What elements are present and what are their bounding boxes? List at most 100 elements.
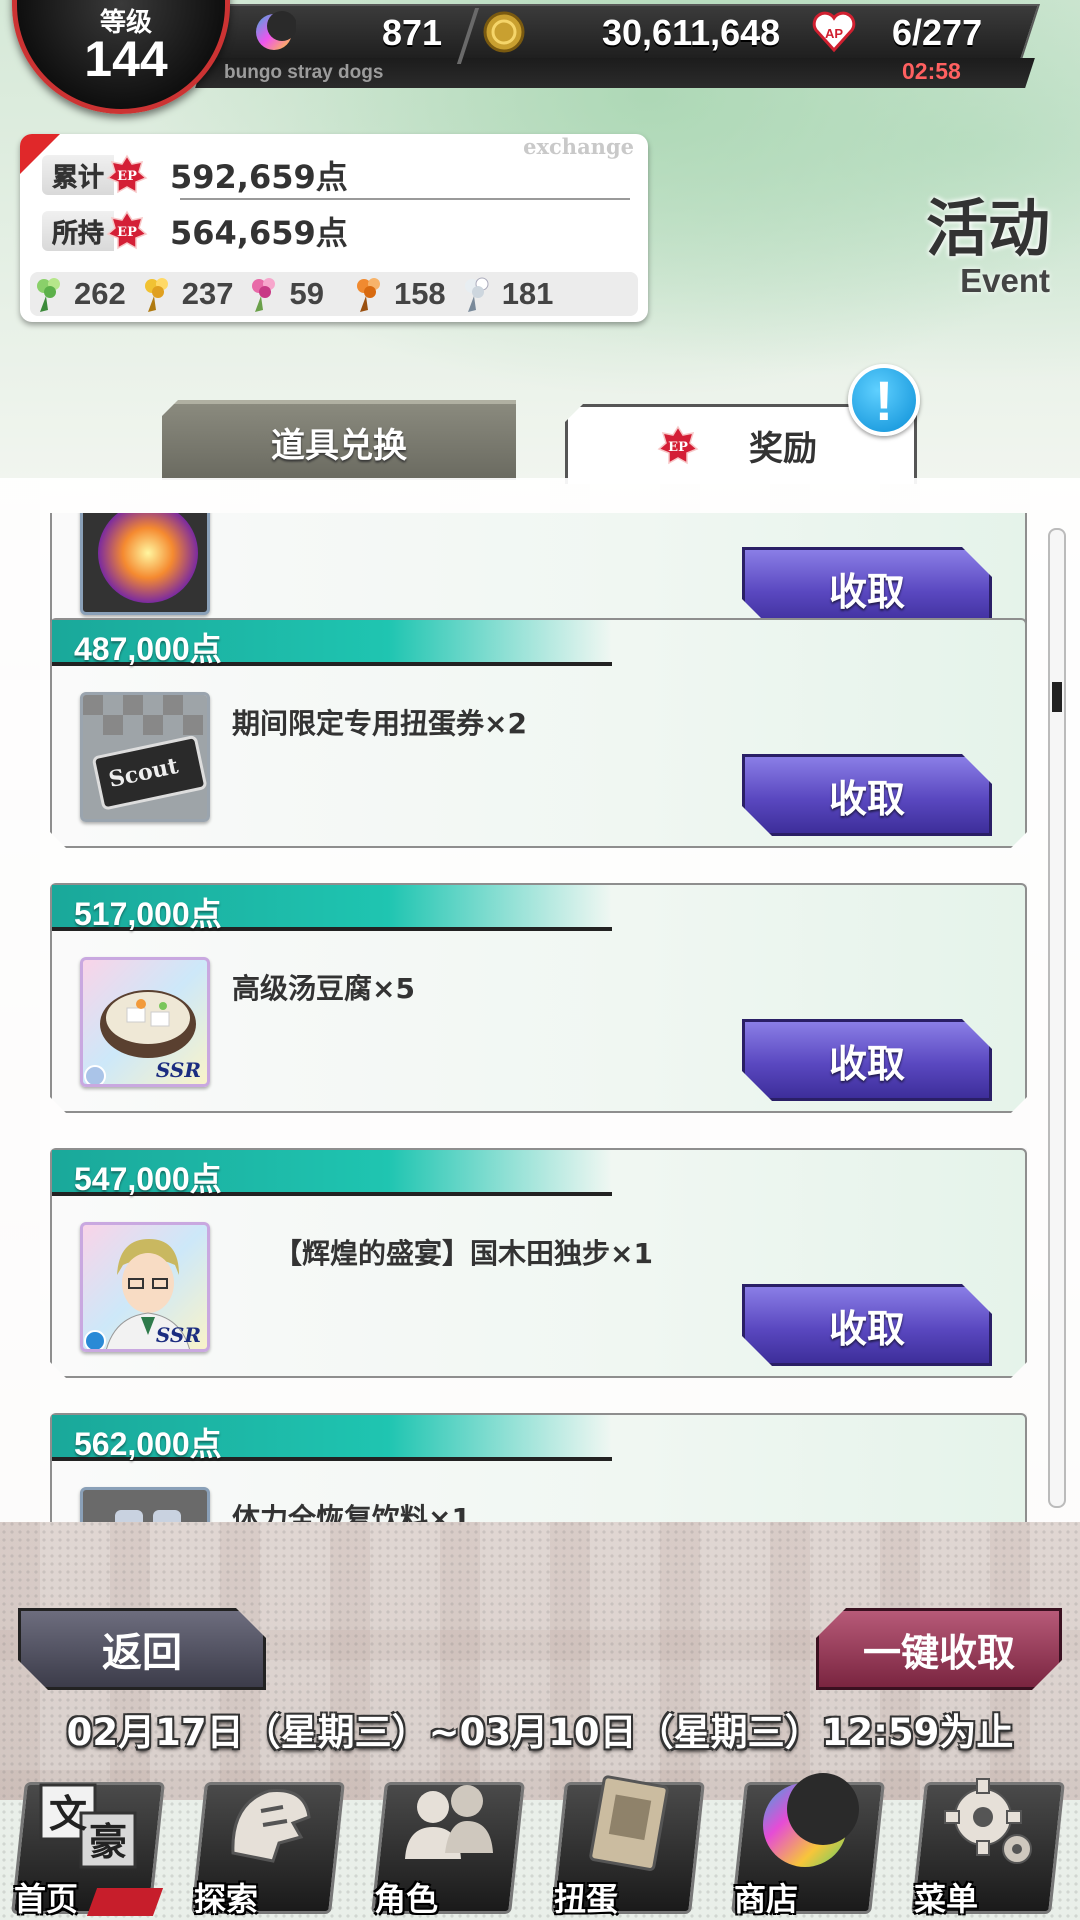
ap-value: 6/277 (892, 12, 983, 53)
reward-card: 487,000点 Scout 期间限定专用扭蛋券×2 收取 (50, 618, 1027, 848)
event-period: 02月17日（星期三）~03月10日（星期三）12:59为止 (66, 1711, 1014, 1754)
reward-card: 517,000点 SSR 高级汤豆腐×5 收取 (50, 883, 1027, 1113)
coin-icon (483, 11, 525, 53)
claim-button[interactable]: 收取 (742, 1019, 992, 1101)
reward-card: 562,000点 体力全恢复饮料×1 (50, 1413, 1027, 1522)
yellow-bouquet-icon (144, 278, 168, 312)
reward-threshold-header: 562,000点 (52, 1415, 612, 1461)
svg-text:AP: AP (825, 26, 843, 41)
reward-name: 高级汤豆腐×5 (232, 972, 415, 1005)
nav-explore[interactable]: 探索 (180, 1768, 345, 1920)
tab-exchange-label: 道具兑换 (271, 425, 407, 466)
item-count-value: 237 (181, 276, 234, 311)
notice-badge[interactable]: ! (848, 364, 920, 436)
moon-currency[interactable] (252, 10, 296, 54)
reward-thumbnail: SSR (80, 957, 210, 1087)
claim-button-label: 收取 (828, 1306, 905, 1351)
ap-heart-icon: AP (812, 11, 856, 53)
svg-text:EP: EP (117, 225, 137, 240)
total-points-row: 累计 EP 592,659点 (42, 152, 348, 198)
points-panel: exchange 累计 EP 592,659点 所持 EP 564,659点 2… (20, 134, 648, 322)
reward-thumbnail (80, 513, 210, 615)
claim-button[interactable]: 收取 (742, 547, 992, 629)
reward-threshold: 562,000点 (74, 1426, 222, 1462)
back-button[interactable]: 返回 (18, 1608, 266, 1690)
item-count: 158 (350, 274, 446, 314)
pink-bouquet-icon (252, 278, 276, 312)
event-title: 活动 (925, 192, 1050, 265)
item-count: 181 (458, 274, 553, 314)
gear-icon (928, 1768, 1048, 1878)
nav-label: 商店 (734, 1880, 799, 1918)
svg-text:豪: 豪 (89, 1819, 127, 1864)
orange-bouquet-icon (356, 278, 380, 312)
reward-card: 547,000点 SSR 【辉煌的盛宴】国木田独步×1 收取 (50, 1148, 1027, 1378)
item-count: 59 (245, 274, 324, 314)
event-items-strip: 262 237 59 158 181 (30, 272, 638, 316)
item-count-value: 59 (289, 276, 324, 311)
svg-text:EP: EP (117, 169, 137, 184)
nav-label: 菜单 (914, 1880, 979, 1918)
scout-ticket-icon: Scout (83, 695, 210, 822)
nav-shop[interactable]: 商店 (720, 1768, 885, 1920)
nav-label: 探索 (194, 1880, 259, 1918)
book-icon (568, 1768, 688, 1878)
nav-gacha[interactable]: 扭蛋 (540, 1768, 705, 1920)
reward-list[interactable]: 收取 487,000点 Scout 期间限定专用扭蛋券×2 收取 517,000… (0, 513, 1080, 1522)
nav-accent (86, 1888, 164, 1916)
nav-menu[interactable]: 菜单 (900, 1768, 1065, 1920)
ap-recover[interactable]: AP (810, 8, 858, 56)
reward-threshold: 487,000点 (74, 631, 222, 667)
rarity-tag: SSR (155, 1323, 201, 1347)
tab-item-exchange[interactable]: 道具兑换 (162, 400, 516, 480)
ep-icon: EP (106, 210, 148, 252)
claim-button-label: 收取 (828, 569, 905, 614)
bottom-nav: 文 豪 首页 探索 角色 扭蛋 商店 菜单 (0, 1768, 1080, 1920)
drink-icon (83, 1490, 210, 1522)
white-bouquet-icon (464, 277, 489, 312)
held-label: 所持 (42, 211, 114, 251)
level-value: 144 (84, 31, 168, 87)
coin-currency (482, 10, 526, 54)
rainbow-orb-icon (83, 513, 210, 615)
characters-icon (388, 1768, 508, 1878)
claim-button[interactable]: 收取 (742, 754, 992, 836)
nav-home[interactable]: 文 豪 首页 (0, 1768, 165, 1920)
item-count-value: 262 (74, 276, 126, 311)
reward-threshold: 517,000点 (74, 896, 222, 932)
scrollbar-thumb[interactable] (1052, 682, 1062, 712)
item-count: 237 (138, 274, 234, 314)
reward-threshold-header: 517,000点 (52, 885, 612, 931)
held-points-row: 所持 EP 564,659点 (42, 208, 348, 254)
svg-text:文: 文 (49, 1791, 87, 1836)
tiger-icon (208, 1768, 328, 1878)
held-points-value: 564,659点 (170, 214, 348, 252)
reward-thumbnail: Scout (80, 692, 210, 822)
ap-timer: 02:58 (902, 58, 961, 84)
claim-button-label: 收取 (828, 776, 905, 821)
total-points-value: 592,659点 (170, 158, 348, 196)
nav-label: 首页 (14, 1880, 79, 1918)
scrollbar[interactable] (1048, 528, 1066, 1508)
reward-thumbnail (80, 1487, 210, 1522)
moon-icon (256, 11, 296, 50)
reward-name: 【辉煌的盛宴】国木田独步×1 (274, 1237, 653, 1270)
nav-label: 扭蛋 (554, 1880, 619, 1918)
claim-all-button[interactable]: 一键收取 (816, 1608, 1062, 1690)
moon-count-value: 871 (382, 12, 443, 53)
home-emblem-icon: 文 豪 (28, 1768, 148, 1878)
item-count: 262 (30, 274, 126, 314)
claim-button[interactable]: 收取 (742, 1284, 992, 1366)
game-name: bungo stray dogs (224, 62, 384, 83)
exclamation-icon: ! (874, 368, 894, 432)
nav-characters[interactable]: 角色 (360, 1768, 525, 1920)
crescent-moon-icon (748, 1768, 868, 1878)
reward-threshold: 547,000点 (74, 1161, 222, 1197)
claim-button-label: 收取 (828, 1041, 905, 1086)
claim-all-label: 一键收取 (862, 1630, 1015, 1675)
nav-label: 角色 (374, 1880, 439, 1918)
coin-value: 30,611,648 (602, 12, 781, 53)
reward-threshold-header: 487,000点 (52, 620, 612, 666)
total-label: 累计 (42, 155, 114, 195)
svg-text:EP: EP (668, 440, 688, 455)
